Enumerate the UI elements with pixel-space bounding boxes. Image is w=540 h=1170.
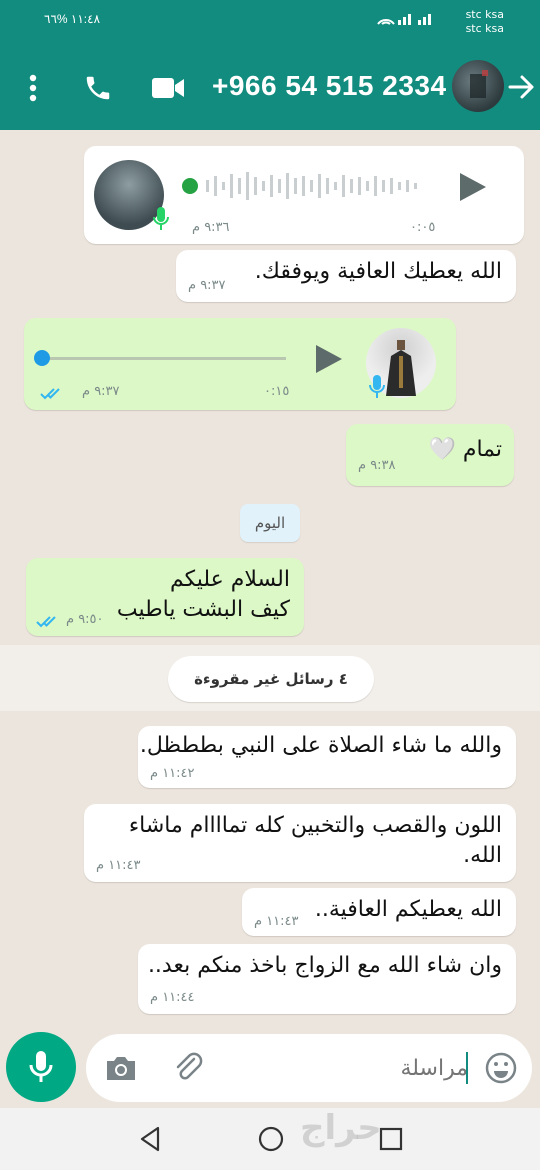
carrier-names: stc ksa stc ksa [466,8,504,36]
nav-home-icon[interactable] [256,1124,286,1154]
attach-icon[interactable] [172,1051,206,1085]
voice-message-out: ٠:١٥ ٩:٣٧ م [24,318,456,410]
message-text: وان شاء الله مع الزواج باخذ منكم بعد.. [147,953,502,978]
video-call-icon[interactable] [148,64,188,112]
play-button[interactable] [454,170,488,204]
nav-back-icon[interactable] [136,1124,166,1154]
chat-area: ٠:٠٥ ٩:٣٦ م الله يعطيك العافية ويوفقك. ٩… [0,130,540,1025]
message-time: ١١:٤٣ م [96,858,141,873]
mic-icon [368,374,386,400]
message-time: ١١:٤٣ م [254,914,299,929]
message-in: الله يعطيك العافية ويوفقك. ٩:٣٧ م [176,250,516,302]
status-time: ١١:٤٨ [70,12,101,26]
contact-avatar[interactable] [452,60,504,112]
phone-icon[interactable] [78,64,118,112]
contact-name[interactable]: +966 54 515 2334 [212,70,447,102]
message-in: اللون والقصب والتخبين كله تماااام ماشاء … [84,804,516,882]
message-text: الله يعطيك العافية ويوفقك. [254,259,502,284]
message-out: السلام عليكم كيف البشت ياطيب ٩:٥٠ م [26,558,304,636]
message-text-line1: اللون والقصب والتخبين كله تماااام ماشاء [128,813,502,838]
play-button[interactable] [310,342,344,376]
message-time: ١١:٤٢ م [150,766,195,781]
waveform [180,168,434,204]
more-vert-icon[interactable] [18,64,48,112]
status-left: ١١:٤٨ %٦٦ [30,12,100,26]
read-ticks-icon [40,386,68,400]
message-composer [86,1034,532,1102]
voice-message-in: ٠:٠٥ ٩:٣٦ م [84,146,524,244]
status-battery: %٦٦ [44,12,68,26]
camera-icon[interactable] [104,1052,138,1084]
watermark: حراج [300,1108,382,1148]
message-text: الله يعطيكم العافية.. [314,897,502,922]
message-out: تمام 🤍 ٩:٣٨ م [346,424,514,486]
voice-record-button[interactable] [6,1032,76,1102]
message-text-line1: السلام عليكم [169,567,290,592]
unread-messages-label: ٤ رسائل غير مقروءة [168,656,374,702]
back-arrow-icon[interactable] [506,72,536,102]
signal-icon [376,12,436,29]
message-time: ٩:٥٠ م [66,612,104,627]
message-time: ١١:٤٤ م [150,990,195,1005]
message-time: ٩:٣٧ م [188,278,226,293]
message-text: تمام 🤍 [428,437,502,462]
message-in: والله ما شاء الصلاة على النبي بططظل. ١١:… [138,726,516,788]
mic-icon [29,1051,53,1082]
carrier-1: stc ksa [465,8,504,21]
message-text-line2: الله. [463,843,502,868]
message-time: ٩:٣٦ م [192,220,230,235]
text-caret [466,1052,468,1084]
chat-header: ١١:٤٨ %٦٦ stc ksa stc ksa +966 54 515 23… [0,0,540,130]
voice-duration: ٠:٠٥ [410,220,436,235]
mic-icon [152,206,170,232]
message-input[interactable] [248,1048,468,1088]
message-in: وان شاء الله مع الزواج باخذ منكم بعد.. ١… [138,944,516,1014]
status-bar: ١١:٤٨ %٦٦ stc ksa stc ksa [0,0,540,44]
day-separator: اليوم [240,504,300,542]
carrier-2: stc ksa [465,22,504,35]
message-time: ٩:٣٧ م [82,384,120,399]
system-nav-bar [0,1108,540,1170]
message-time: ٩:٣٨ م [358,458,396,473]
voice-duration: ٠:١٥ [264,384,290,399]
message-in: الله يعطيكم العافية.. ١١:٤٣ م [242,888,516,936]
emoji-icon[interactable] [484,1051,518,1085]
read-ticks-icon [36,614,64,628]
message-text-line2: كيف البشت ياطيب [116,597,290,622]
message-text: والله ما شاء الصلاة على النبي بططظل. [139,733,502,758]
voice-progress-slider[interactable] [32,348,286,368]
